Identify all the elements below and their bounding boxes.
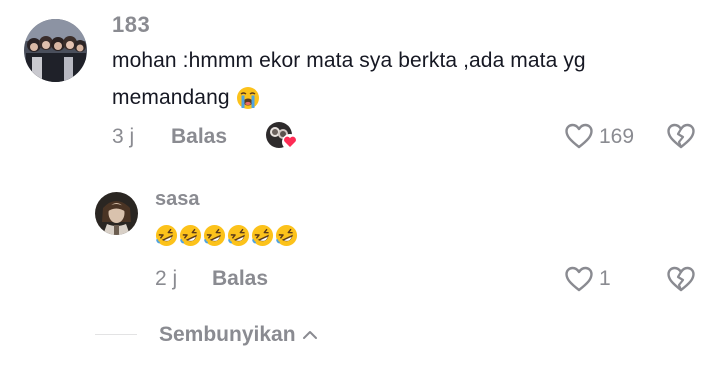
reply-dislike-button[interactable] [666, 265, 696, 293]
reply-avatar[interactable] [95, 192, 138, 235]
comment-text-line-2: memandang [112, 86, 230, 109]
commenter-username[interactable]: 183 [112, 12, 150, 38]
reply-reply-button[interactable]: Balas [212, 267, 268, 291]
comment-like-count: 169 [599, 125, 635, 148]
creator-liked-avatar-icon [266, 122, 298, 150]
comment-text: mohan :hmmm ekor mata sya berkta ,ada ma… [112, 42, 672, 116]
reply-like-button[interactable] [564, 265, 594, 293]
broken-heart-icon [667, 266, 695, 292]
broken-heart-icon [667, 123, 695, 149]
replies-divider [95, 334, 137, 335]
rolling-on-floor-laughing-icon [227, 224, 250, 247]
comment-dislike-button[interactable] [666, 122, 696, 150]
chevron-up-icon [302, 331, 317, 339]
rolling-on-floor-laughing-icon [155, 224, 178, 247]
heart-outline-icon [565, 123, 593, 149]
comment-text-line-1: mohan :hmmm ekor mata sya berkta ,ada ma… [112, 49, 586, 72]
reply-text [155, 224, 298, 247]
group-photo-image [24, 19, 87, 82]
rolling-on-floor-laughing-icon [179, 224, 202, 247]
reply-username[interactable]: sasa [155, 188, 200, 211]
rolling-on-floor-laughing-icon [275, 224, 298, 247]
reply-avatar-photo [95, 192, 138, 235]
comment-reply-button[interactable]: Balas [171, 125, 227, 149]
loudly-crying-face-icon [236, 86, 259, 109]
comment-timestamp: 3 j [112, 125, 135, 148]
comment-thread: 183 mohan :hmmm ekor mata sya berkta ,ad… [0, 0, 720, 369]
hide-replies-label: Sembunyikan [159, 323, 296, 346]
hide-replies-button[interactable]: Sembunyikan [159, 323, 318, 347]
creator-liked-badge [265, 120, 301, 152]
commenter-avatar[interactable] [24, 19, 87, 82]
comment-like-button[interactable] [564, 122, 594, 150]
rolling-on-floor-laughing-icon [203, 224, 226, 247]
rolling-on-floor-laughing-icon [251, 224, 274, 247]
heart-outline-icon [565, 266, 593, 292]
comment-text-line-2-row: memandang [112, 79, 672, 116]
reply-like-count: 1 [599, 267, 611, 290]
reply-timestamp: 2 j [155, 267, 178, 290]
